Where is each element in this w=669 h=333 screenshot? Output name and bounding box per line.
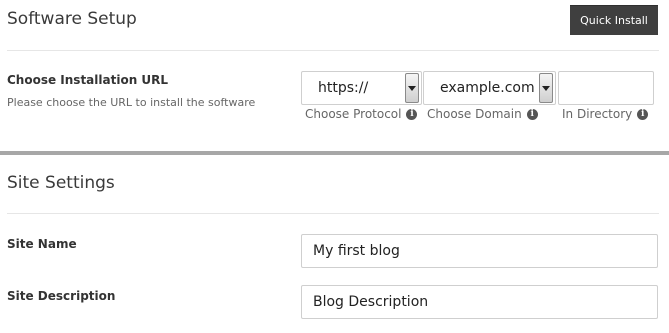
chevron-down-icon[interactable] xyxy=(539,73,553,103)
site-name-label: Site Name xyxy=(7,237,77,251)
site-description-input[interactable]: Blog Description xyxy=(301,285,658,319)
install-url-description: Please choose the URL to install the sof… xyxy=(7,96,256,109)
protocol-value: https:// xyxy=(318,80,369,96)
quick-install-button[interactable]: Quick Install xyxy=(570,5,658,35)
info-icon[interactable]: i xyxy=(526,108,538,120)
directory-caption: In Directory i xyxy=(562,107,649,121)
site-settings-title: Site Settings xyxy=(7,173,115,193)
domain-value: example.com xyxy=(440,80,535,96)
software-setup-title: Software Setup xyxy=(7,9,137,29)
install-url-label: Choose Installation URL xyxy=(7,73,169,87)
protocol-caption-text: Choose Protocol xyxy=(305,107,402,121)
section-separator xyxy=(0,151,669,155)
directory-caption-text: In Directory xyxy=(562,107,633,121)
directory-input[interactable] xyxy=(558,71,654,105)
divider xyxy=(7,50,659,51)
info-icon[interactable]: i xyxy=(637,108,649,120)
domain-caption-text: Choose Domain xyxy=(427,107,522,121)
divider xyxy=(7,213,659,214)
domain-select[interactable]: example.com xyxy=(423,71,556,105)
info-icon[interactable]: i xyxy=(406,108,418,120)
protocol-select[interactable]: https:// xyxy=(301,71,422,105)
chevron-down-icon[interactable] xyxy=(405,73,419,103)
protocol-caption: Choose Protocol i xyxy=(305,107,418,121)
site-name-input[interactable]: My first blog xyxy=(301,234,658,268)
site-description-label: Site Description xyxy=(7,289,116,303)
domain-caption: Choose Domain i xyxy=(427,107,538,121)
